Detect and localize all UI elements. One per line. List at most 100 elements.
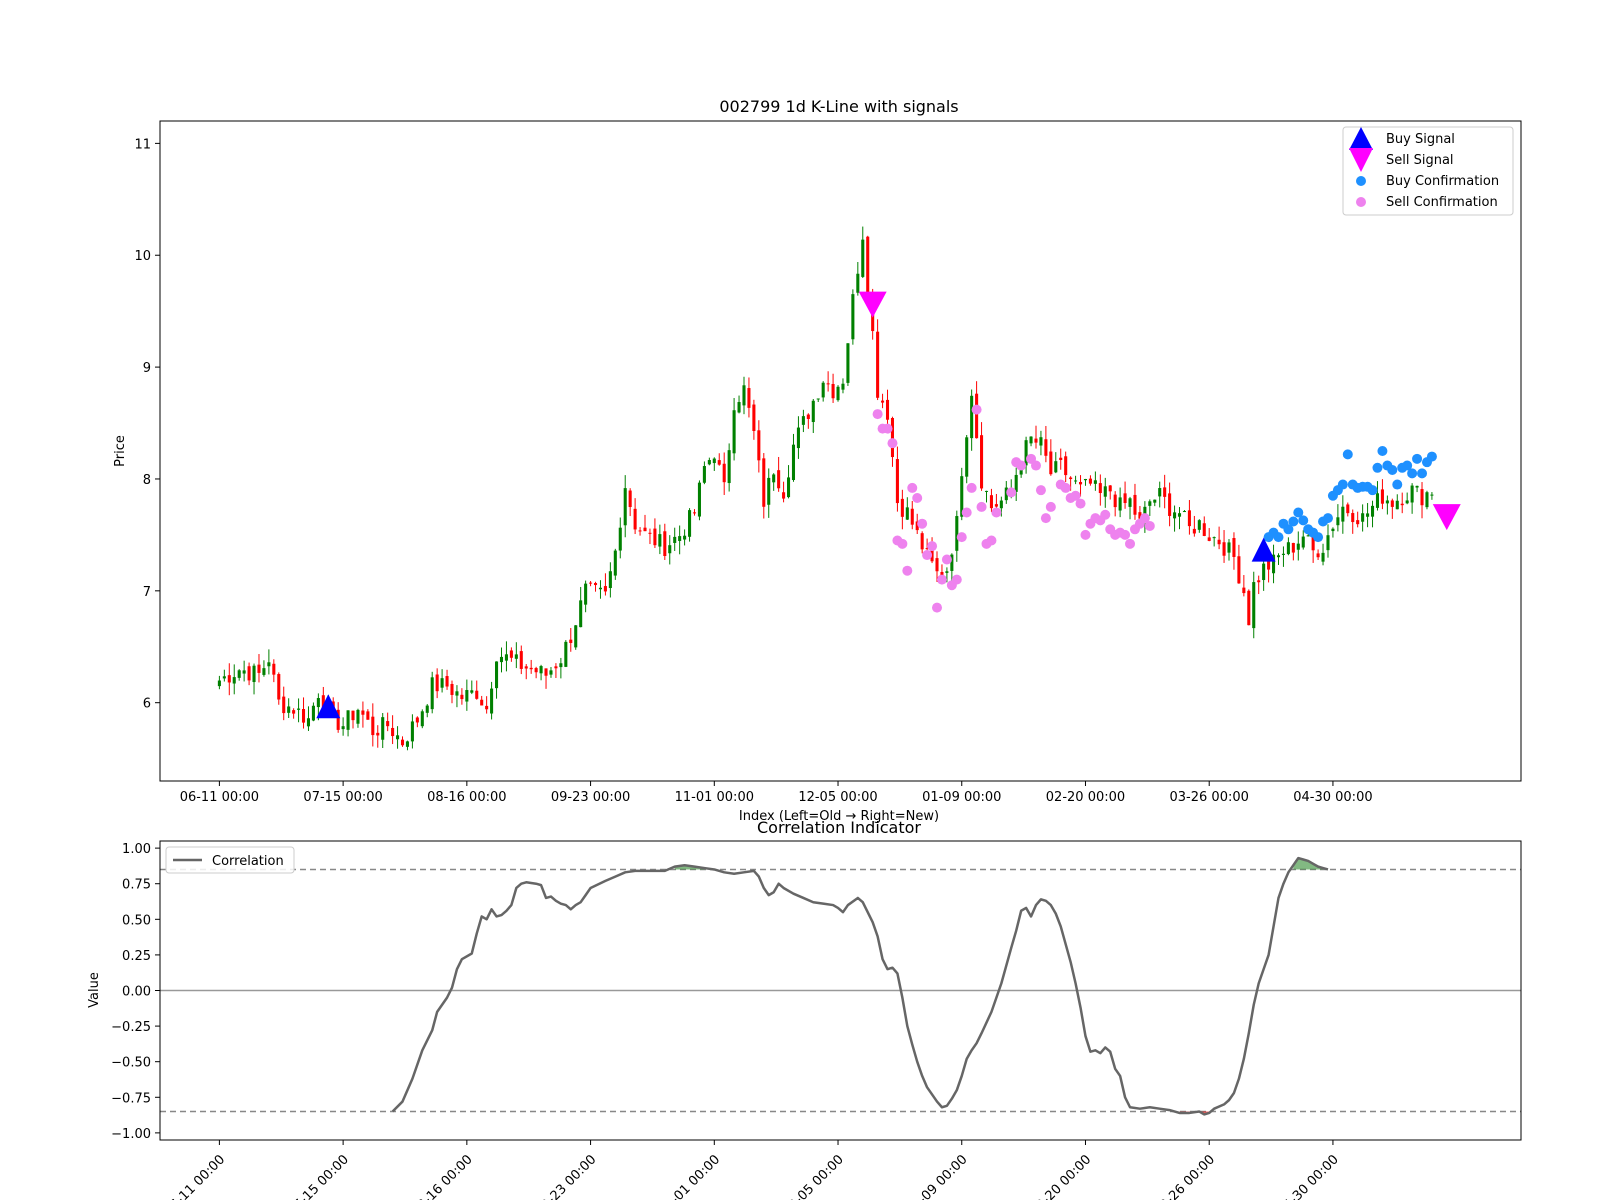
corr-y-tick-label: −1.00 [111,1127,151,1142]
candle-body [1430,494,1434,496]
candle-body [420,711,424,727]
legend-buy-confirmation-icon [1356,176,1366,186]
candle-body [242,670,246,674]
candle-body [1133,494,1137,515]
kline-y-tick-label: 9 [143,361,151,376]
candle-body [316,698,320,708]
buy-confirmation-point [1337,479,1348,490]
candle-body [1385,500,1389,504]
candle-body [341,726,345,730]
candle-body [593,583,598,586]
candle-body [945,571,949,573]
corr-y-tick-label: 0.75 [122,878,151,893]
candle-body [1187,510,1191,527]
candle-body [608,571,612,589]
candle-body [742,385,746,406]
candle-body [529,667,533,670]
sell-confirmation-point [1040,513,1051,524]
sell-confirmation-point [976,501,987,512]
candle-body [910,508,914,525]
candle-body [1227,542,1231,553]
sell-confirmation-point [966,482,977,493]
candle-body [692,512,697,514]
candle-body [796,427,800,449]
candle-body [1044,439,1048,456]
candle-body [633,508,637,530]
candle-body [1049,451,1053,475]
sell-confirmation-point [1080,529,1091,540]
candle-body [702,466,706,483]
candle-body [381,717,385,740]
candle-body [495,661,499,689]
corr-y-tick-label: −0.75 [111,1091,151,1106]
sell-confirmation-point [1120,529,1131,540]
corr-y-tick-label: −0.50 [111,1056,151,1071]
candle-body [1380,489,1384,504]
candle-body [1083,479,1088,481]
sell-confirmation-point [1030,460,1041,471]
candle-body [524,666,528,669]
candle-body [861,239,865,277]
candle-body [935,558,939,572]
sell-confirmation-point [986,535,997,546]
kline-y-tick-label: 8 [143,473,151,488]
buy-confirmation-point [1412,453,1423,464]
sell-confirmation-point [1144,520,1155,531]
candle-body [1267,561,1271,570]
candle-body [920,533,924,550]
candle-body [549,670,553,675]
candle-body [306,718,311,727]
candle-body [866,236,870,294]
candle-body [1202,523,1206,536]
kline-x-tick-label: 03-26 00:00 [1170,790,1249,805]
candle-body [994,504,998,507]
candle-body [559,663,563,668]
candle-body [663,531,667,557]
sell-confirmation-point [941,554,952,565]
candle-body [460,694,464,700]
candle-body [1113,494,1117,508]
candle-body [1029,436,1033,444]
candle-body [1173,512,1177,519]
candle-body [485,705,489,710]
candle-body [405,741,409,747]
buy-confirmation-point [1377,446,1388,456]
candle-body [366,711,370,720]
candle-body [227,675,231,683]
buy-confirmation-point [1407,468,1418,479]
candle-body [757,430,761,461]
candle-body [623,488,627,526]
candle-body [514,654,518,659]
candle-body [574,625,578,648]
corr-y-axis-label: Value [87,972,102,1008]
candle-body [1242,587,1246,594]
legend-sell-confirmation-icon [1356,197,1366,207]
candle-body [1405,500,1409,504]
candle-body [584,583,588,605]
candle-body [727,450,731,484]
sell-confirmation-point [882,423,893,434]
buy-confirmation-point [1426,451,1437,462]
buy-confirmation-point [1313,532,1324,543]
candle-body [232,677,236,684]
candle-body [1098,483,1102,494]
buy-confirmation-point [1367,485,1378,496]
candle-body [1415,485,1419,488]
candle-body [1158,488,1162,497]
candle-body [989,495,993,509]
candle-body [1410,485,1414,503]
kline-x-tick-label: 08-16 00:00 [427,790,506,805]
candle-body [430,677,434,710]
candle-body [975,393,979,439]
candle-body [1163,487,1167,497]
candle-body [767,477,771,505]
candle-body [688,510,692,537]
candle-body [668,545,672,554]
candle-body [311,705,315,721]
sell-confirmation-point [927,541,938,552]
candle-body [1232,538,1236,557]
candle-body [772,474,776,483]
candle-body [262,668,266,675]
kline-x-tick-label: 01-09 00:00 [922,790,1001,805]
candle-body [1375,493,1380,508]
